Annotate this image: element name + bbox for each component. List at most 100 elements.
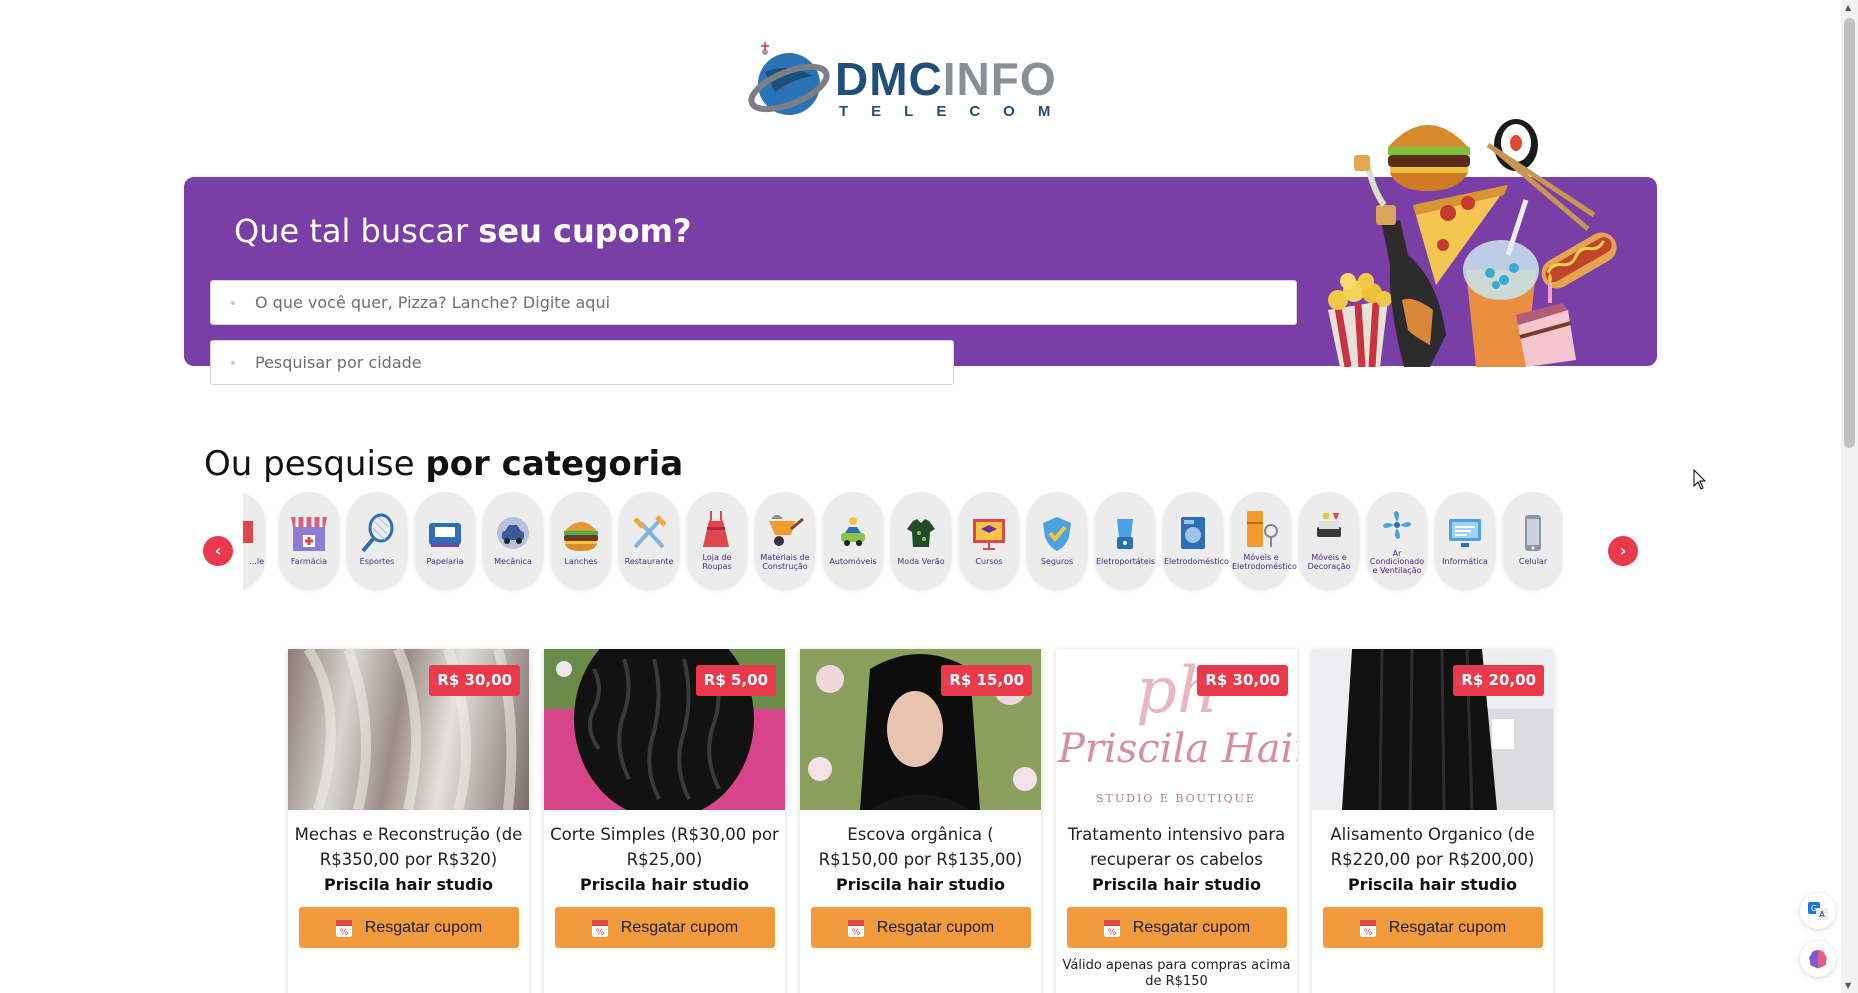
logo-subtitle: TELECOM [839,103,1074,120]
coupon-price-badge: R$ 30,00 [1197,665,1288,696]
scroll-up-icon[interactable]: ▲ [1845,3,1851,12]
assistant-button[interactable] [1800,941,1836,977]
category-materiais-construcao[interactable]: Materiais de Construção [755,492,815,588]
fridge-icon [1247,511,1278,548]
translate-button[interactable]: GA [1800,893,1836,929]
coupon-tag-icon: % [335,919,352,938]
stationery-icon [429,523,461,548]
sofa-icon [1317,513,1341,538]
category-informatica[interactable]: Informática [1435,492,1495,588]
category-label: Restaurante [624,557,674,567]
coupon-card[interactable]: R$ 20,00 Alisamento Organico (de R$220,0… [1312,649,1553,993]
hero-title: Que tal buscar seu cupom? [234,212,692,250]
category-papelaria[interactable]: Papelaria [415,492,475,588]
category-label: Móveis e Decoração [1307,553,1351,571]
redeem-coupon-button[interactable]: % Resgatar cupom [298,907,519,948]
category-moda-verao[interactable]: Moda Verão [891,492,951,588]
coupon-image[interactable]: R$ 15,00 [800,649,1041,810]
redeem-coupon-button[interactable]: % Resgatar cupom [1322,907,1543,948]
category-label: Ar Condicionado e Ventilação [1369,548,1425,575]
category-mecanica[interactable]: Mecânica [483,492,543,588]
city-dot-icon [231,360,235,365]
coupon-title: Escova orgânica ( R$150,00 por R$135,00) [818,825,1023,869]
category-label: Farmácia [290,557,328,567]
svg-text:%: % [1364,928,1373,938]
wheelbarrow-icon [769,515,804,547]
popcorn-icon [1328,273,1392,367]
category-label: Papelaria [426,557,464,567]
coupon-card[interactable]: R$ 15,00 Escova orgânica ( R$150,00 por … [800,649,1041,993]
food-illustration [1328,119,1617,367]
pharmacy-icon [291,517,327,552]
coupon-store: Priscila hair studio [835,875,1006,894]
svg-text:%: % [1108,928,1117,938]
coupon-title: Mechas e Reconstrução (de R$350,00 por R… [294,825,523,869]
shield-check-icon [1043,517,1071,552]
category-moveis-eletrodomestico[interactable]: Móveis e Eletrodoméstico [1231,492,1297,588]
category-restaurante[interactable]: Restaurante [619,492,679,588]
sushi-icon [1486,119,1596,231]
burger-icon [564,522,598,552]
category-partial[interactable]: ...le [243,492,265,588]
coupon-card[interactable]: R$ 5,00 Corte Simples (R$30,00 por R$25,… [544,649,785,993]
shirt-icon [907,519,935,548]
category-seguros[interactable]: Seguros [1027,492,1087,588]
svg-text:%: % [852,928,861,938]
category-loja-roupas[interactable]: Loja de Roupas [687,492,747,588]
redeem-coupon-button[interactable]: % Resgatar cupom [1066,907,1287,948]
coupon-tag-icon: % [1359,919,1376,938]
category-label: Informática [1442,557,1488,567]
category-eletrodomestico[interactable]: Eletrodoméstico [1163,492,1229,588]
scroll-down-icon[interactable]: ▼ [1845,981,1851,990]
coupon-tag-icon: % [591,919,608,938]
scrollbar-thumb[interactable] [1844,18,1855,448]
brand-logo-name: Priscila Hair [1058,726,1297,772]
coupon-price-badge: R$ 30,00 [429,665,520,696]
category-label: Automóveis [829,557,877,567]
search-field[interactable] [210,280,1297,325]
coupon-store: Priscila hair studio [579,875,750,894]
washing-machine-icon [1181,517,1205,550]
category-ar-condicionado[interactable]: Ar Condicionado e Ventilação [1367,492,1427,588]
brand-logo-tagline: STUDIO E BOUTIQUE [1096,792,1256,805]
coupon-image[interactable]: R$ 30,00 [288,649,529,810]
monitor-icon [1449,519,1481,548]
city-search-input[interactable] [255,353,953,372]
category-esportes[interactable]: Esportes [347,492,407,588]
coupon-card[interactable]: ph Priscila Hair STUDIO E BOUTIQUE R$ 30… [1056,649,1297,993]
graduation-board-icon [973,519,1005,551]
coupon-title: Alisamento Organico (de R$220,00 por R$2… [1330,825,1535,869]
burger-icon [1388,125,1470,191]
dmcinfo-logo[interactable]: DMCINFO TELECOM [745,42,1101,126]
category-cursos[interactable]: Cursos [959,492,1019,588]
category-label: Móveis e Eletrodoméstico [1232,553,1297,571]
car-icon [841,517,865,547]
category-moveis-decoracao[interactable]: Móveis e Decoração [1299,492,1359,588]
coupon-price-badge: R$ 20,00 [1453,665,1544,696]
category-eletroportateis[interactable]: Eletroportáteis [1095,492,1155,588]
coupon-store: Priscila hair studio [1347,875,1518,894]
svg-text:%: % [596,928,605,938]
redeem-coupon-button[interactable]: % Resgatar cupom [810,907,1031,948]
city-search-field[interactable] [210,340,954,385]
tennis-racket-icon [361,513,394,553]
category-lanches[interactable]: Lanches [551,492,611,588]
coupon-title: Tratamento intensivo para recuperar os c… [1067,825,1286,869]
redeem-coupon-label: Resgatar cupom [1388,918,1507,936]
category-heading: Ou pesquise por categoria [204,444,684,484]
search-input[interactable] [255,293,1296,312]
category-celular[interactable]: Celular [1503,492,1563,588]
coupon-image[interactable]: R$ 5,00 [544,649,785,810]
category-next-button[interactable]: › [1608,536,1638,566]
redeem-coupon-button[interactable]: % Resgatar cupom [554,907,775,948]
brain-icon [1809,950,1827,969]
coupon-image[interactable]: ph Priscila Hair STUDIO E BOUTIQUE R$ 30… [1056,649,1297,810]
category-automoveis[interactable]: Automóveis [823,492,883,588]
coupon-card[interactable]: R$ 30,00 Mechas e Reconstrução (de R$350… [288,649,529,993]
page-scrollbar[interactable]: ▲ ▼ [1841,0,1858,993]
coupon-image[interactable]: R$ 20,00 [1312,649,1553,810]
category-prev-button[interactable]: ‹ [203,536,233,566]
coupon-price-badge: R$ 5,00 [695,665,776,696]
category-farmacia[interactable]: Farmácia [279,492,339,588]
category-label: Cursos [975,557,1003,567]
